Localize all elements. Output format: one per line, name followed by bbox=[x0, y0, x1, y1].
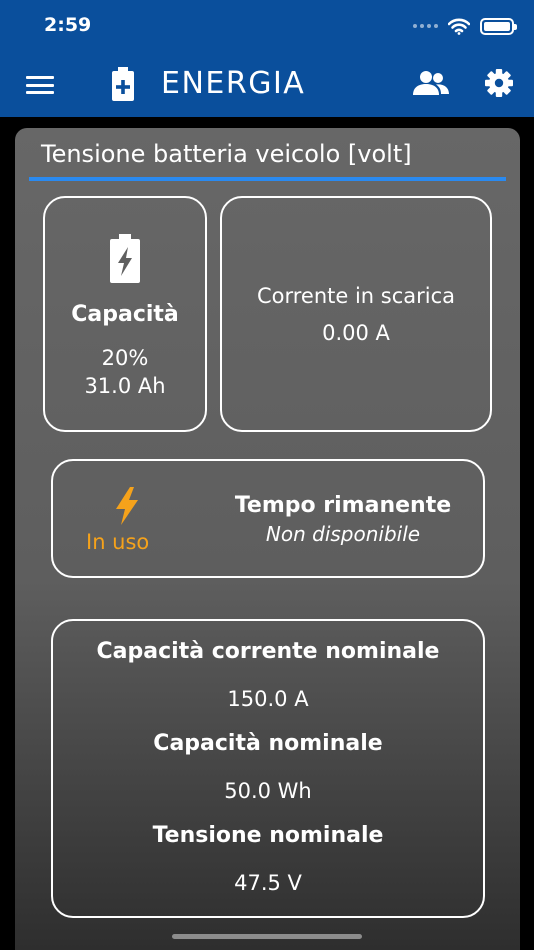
gear-icon[interactable] bbox=[484, 68, 514, 98]
nominal-values-card[interactable]: Capacità corrente nominale 150.0 A Capac… bbox=[51, 619, 485, 918]
status-battery-icon bbox=[480, 17, 517, 35]
title-underline bbox=[29, 177, 506, 181]
status-icons bbox=[413, 14, 517, 38]
lightning-bolt-icon bbox=[116, 487, 138, 525]
discharge-current-label: Corrente in scarica bbox=[256, 284, 456, 308]
battery-plus-icon bbox=[112, 67, 134, 101]
cellular-signal-icon bbox=[413, 24, 438, 28]
nominal-capacity-label: Capacità nominale bbox=[153, 731, 383, 756]
time-remaining-card[interactable]: In uso Tempo rimanente Non disponibile bbox=[51, 459, 485, 578]
discharge-current-value: 0.00 A bbox=[322, 321, 390, 345]
hamburger-menu-icon[interactable] bbox=[26, 76, 54, 94]
wifi-icon bbox=[448, 18, 470, 35]
discharge-current-card[interactable]: Corrente in scarica 0.00 A bbox=[220, 196, 492, 432]
time-remaining-label: Tempo rimanente bbox=[234, 493, 452, 518]
nominal-voltage-label: Tensione nominale bbox=[152, 823, 384, 848]
in-use-status: In uso bbox=[86, 530, 150, 554]
app-header: 2:59 ENERGIA bbox=[0, 0, 534, 117]
nominal-capacity-value: 50.0 Wh bbox=[224, 779, 312, 803]
home-indicator[interactable] bbox=[172, 934, 362, 939]
status-time: 2:59 bbox=[44, 14, 92, 36]
panel-title: Tensione batteria veicolo [volt] bbox=[41, 140, 412, 168]
nominal-current-label: Capacità corrente nominale bbox=[96, 639, 440, 664]
battery-charging-icon bbox=[110, 234, 140, 283]
time-remaining-value: Non disponibile bbox=[265, 522, 421, 546]
capacity-amp-hours: 31.0 Ah bbox=[84, 374, 166, 398]
users-icon[interactable] bbox=[412, 70, 450, 96]
nominal-current-value: 150.0 A bbox=[227, 687, 309, 711]
app-title: ENERGIA bbox=[161, 66, 306, 101]
capacity-percent: 20% bbox=[101, 346, 149, 370]
capacity-label: Capacità bbox=[71, 302, 179, 327]
capacity-card[interactable]: Capacità 20% 31.0 Ah bbox=[43, 196, 207, 432]
nominal-voltage-value: 47.5 V bbox=[234, 871, 302, 895]
energy-panel: Tensione batteria veicolo [volt] Capacit… bbox=[15, 128, 520, 950]
